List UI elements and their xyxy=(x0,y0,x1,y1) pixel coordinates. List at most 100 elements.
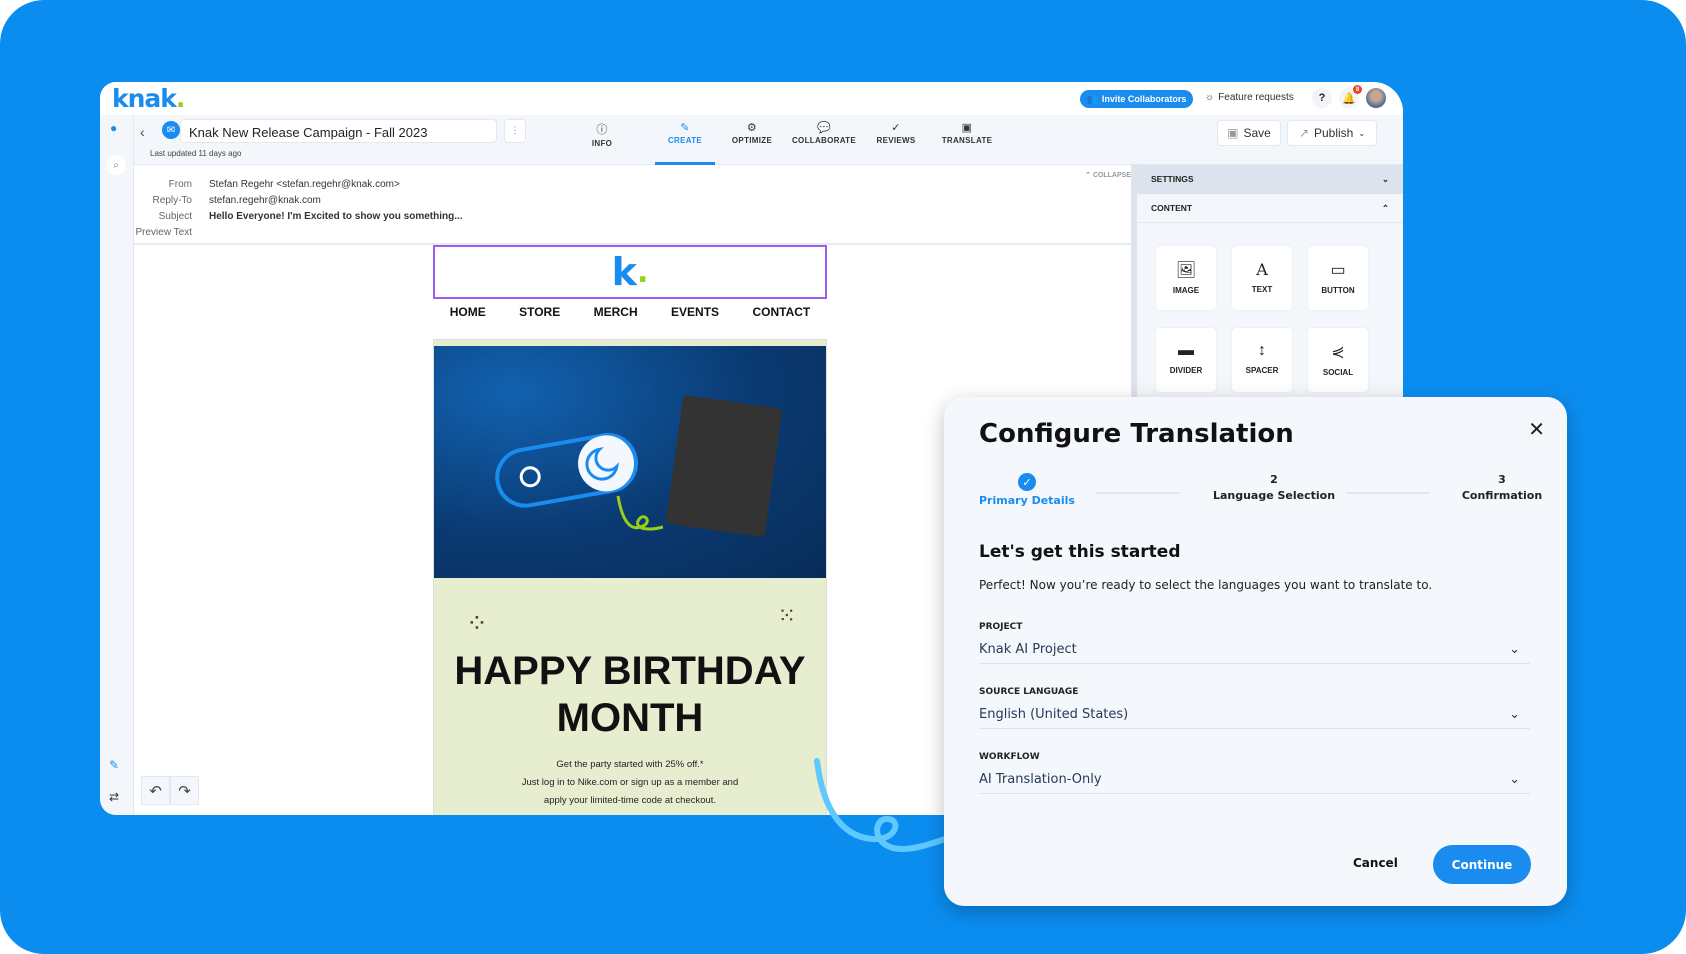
continue-button[interactable]: Continue xyxy=(1433,845,1531,884)
last-updated: Last updated 11 days ago xyxy=(150,149,242,158)
source-language-value: English (United States) xyxy=(979,707,1129,722)
workflow-select[interactable]: WORKFLOW AI Translation-Only ⌄ xyxy=(979,752,1530,794)
tab-optimize[interactable]: ⚙ OPTIMIZE xyxy=(722,115,782,165)
settings-section-header[interactable]: SETTINGS ⌄ xyxy=(1137,165,1403,194)
close-icon[interactable]: ✕ xyxy=(1528,417,1545,441)
content-section-header[interactable]: CONTENT ⌃ xyxy=(1137,194,1403,223)
tab-info[interactable]: ⓘ INFO xyxy=(582,115,622,165)
birthday-headline: HAPPY BIRTHDAY MONTH xyxy=(454,649,806,740)
redo-button[interactable]: ↷ xyxy=(170,776,199,805)
block-text[interactable]: A TEXT xyxy=(1231,245,1293,311)
block-label: DIVIDER xyxy=(1169,366,1203,375)
from-value[interactable]: Stefan Regehr <stefan.regehr@knak.com> xyxy=(209,179,400,190)
reply-to-value[interactable]: stefan.regehr@knak.com xyxy=(209,195,321,206)
search-icon[interactable]: ⌕ xyxy=(106,155,126,175)
email-logo-block[interactable]: k. xyxy=(433,245,827,299)
hero-block[interactable]: ⁘ ⁙ HAPPY BIRTHDAY MONTH Get the party s… xyxy=(433,339,827,815)
birthday-block: ⁘ ⁙ HAPPY BIRTHDAY MONTH Get the party s… xyxy=(434,578,826,815)
subject-label: Subject xyxy=(158,211,192,222)
step-confirmation[interactable]: 3 Confirmation xyxy=(1452,473,1552,502)
chevron-up-icon: ⌃ xyxy=(1381,203,1389,213)
notifications-button[interactable]: 🔔 8 xyxy=(1339,85,1362,108)
button-icon: ▭ xyxy=(1330,262,1346,279)
project-select[interactable]: PROJECT Knak AI Project ⌄ xyxy=(979,622,1530,664)
tab-create[interactable]: ✎ CREATE xyxy=(655,115,715,165)
publish-button[interactable]: ↗ Publish ⌄ xyxy=(1287,120,1377,146)
feature-requests-link[interactable]: ☼ Feature requests xyxy=(1205,92,1294,103)
workflow-label: WORKFLOW xyxy=(979,752,1040,762)
chevron-down-icon: ⌄ xyxy=(1509,707,1520,722)
toolbar: ‹ ✉ Knak New Release Campaign - Fall 202… xyxy=(134,115,1403,165)
tab-label: COLLABORATE xyxy=(791,136,857,145)
logo-text: knak xyxy=(112,84,177,113)
body-line-1: Get the party started with 25% off.* xyxy=(556,759,704,770)
lightbulb-icon: ☼ xyxy=(1205,92,1215,103)
check-circle-icon: ✓ xyxy=(891,122,901,134)
edit-icon: ✎ xyxy=(680,122,690,134)
step-connector xyxy=(1096,492,1180,494)
nav-contact[interactable]: CONTACT xyxy=(752,305,810,319)
bell-icon: 🔔 xyxy=(1342,92,1356,105)
subject-value[interactable]: Hello Everyone! I'm Excited to show you … xyxy=(209,211,463,222)
nav-merch[interactable]: MERCH xyxy=(594,305,638,319)
nav-store[interactable]: STORE xyxy=(519,305,560,319)
publish-label: Publish xyxy=(1314,126,1354,140)
workflow-value: AI Translation-Only xyxy=(979,772,1102,787)
project-value: Knak AI Project xyxy=(979,642,1077,657)
block-button[interactable]: ▭ BUTTON xyxy=(1307,245,1369,311)
tab-collaborate[interactable]: 💬 COLLABORATE xyxy=(784,115,864,165)
info-icon: ⓘ xyxy=(596,124,608,136)
user-avatar[interactable] xyxy=(1366,88,1386,108)
invite-collaborators-button[interactable]: 👥 Invite Collaborators xyxy=(1080,90,1193,108)
step-primary-details[interactable]: ✓ Primary Details xyxy=(979,473,1075,507)
save-button[interactable]: ▣ Save xyxy=(1217,120,1281,146)
modal-subtitle: Let's get this started xyxy=(979,542,1181,562)
translate-icon: ▣ xyxy=(961,122,973,134)
nav-events[interactable]: EVENTS xyxy=(671,305,719,319)
lightbulb-icon[interactable]: ● xyxy=(110,121,117,135)
settings-label: SETTINGS xyxy=(1151,174,1194,184)
reply-to-label: Reply-To xyxy=(152,195,192,206)
save-icon: ▣ xyxy=(1227,126,1239,140)
modal-description: Perfect! Now you’re ready to select the … xyxy=(979,578,1433,592)
feature-requests-label: Feature requests xyxy=(1218,92,1294,103)
help-button[interactable]: ? xyxy=(1312,88,1332,108)
step-label: Confirmation xyxy=(1461,489,1543,502)
nav-home[interactable]: HOME xyxy=(450,305,486,319)
campaign-title-input[interactable]: Knak New Release Campaign - Fall 2023 xyxy=(180,119,497,143)
more-options-button[interactable]: ⋮ xyxy=(504,119,526,143)
undo-button[interactable]: ↶ xyxy=(141,776,170,805)
hero-image xyxy=(434,346,826,578)
top-bar: knak. 👥 Invite Collaborators ☼ Feature req… xyxy=(100,82,1403,115)
image-icon: 🖼 xyxy=(1175,262,1197,279)
chevron-down-icon: ⌄ xyxy=(1509,772,1520,787)
tab-label: TRANSLATE xyxy=(941,136,993,145)
email-header-fields: From Stefan Regehr <stefan.regehr@knak.c… xyxy=(134,165,1147,245)
block-image[interactable]: 🖼 IMAGE xyxy=(1155,245,1217,311)
vertical-arrows-icon: ↕ xyxy=(1258,342,1266,359)
cancel-button[interactable]: Cancel xyxy=(1353,856,1398,870)
knak-logo[interactable]: knak. xyxy=(112,84,185,113)
source-language-select[interactable]: SOURCE LANGUAGE English (United States) ⌄ xyxy=(979,687,1530,729)
tab-translate[interactable]: ▣ TRANSLATE xyxy=(934,115,1000,165)
body-line-3: apply your limited-time code at checkout… xyxy=(543,795,717,806)
chevron-down-icon: ⌄ xyxy=(1381,174,1389,184)
step-connector xyxy=(1346,492,1430,494)
block-divider[interactable]: ▬ DIVIDER xyxy=(1155,327,1217,393)
collapse-button[interactable]: ⌃ COLLAPSE xyxy=(1085,171,1131,179)
tab-label: INFO xyxy=(591,139,613,148)
tab-label: OPTIMIZE xyxy=(731,136,773,145)
step-language-selection[interactable]: 2 Language Selection xyxy=(1202,473,1346,502)
magic-wand-icon[interactable]: ✎ xyxy=(109,758,119,772)
step-label: Language Selection xyxy=(1212,489,1336,502)
share-icon: ⋞ xyxy=(1331,344,1345,361)
tab-reviews[interactable]: ✓ REVIEWS xyxy=(868,115,924,165)
users-icon: 👥 xyxy=(1086,93,1098,104)
check-circle-icon: ✓ xyxy=(1017,473,1036,491)
back-icon[interactable]: ‹ xyxy=(140,124,145,140)
block-social[interactable]: ⋞ SOCIAL xyxy=(1307,327,1369,393)
sparkle-icon: ⁘ xyxy=(466,608,488,638)
block-spacer[interactable]: ↕ SPACER xyxy=(1231,327,1293,393)
swap-icon[interactable]: ⇄ xyxy=(109,790,119,804)
block-label: BUTTON xyxy=(1321,286,1355,295)
